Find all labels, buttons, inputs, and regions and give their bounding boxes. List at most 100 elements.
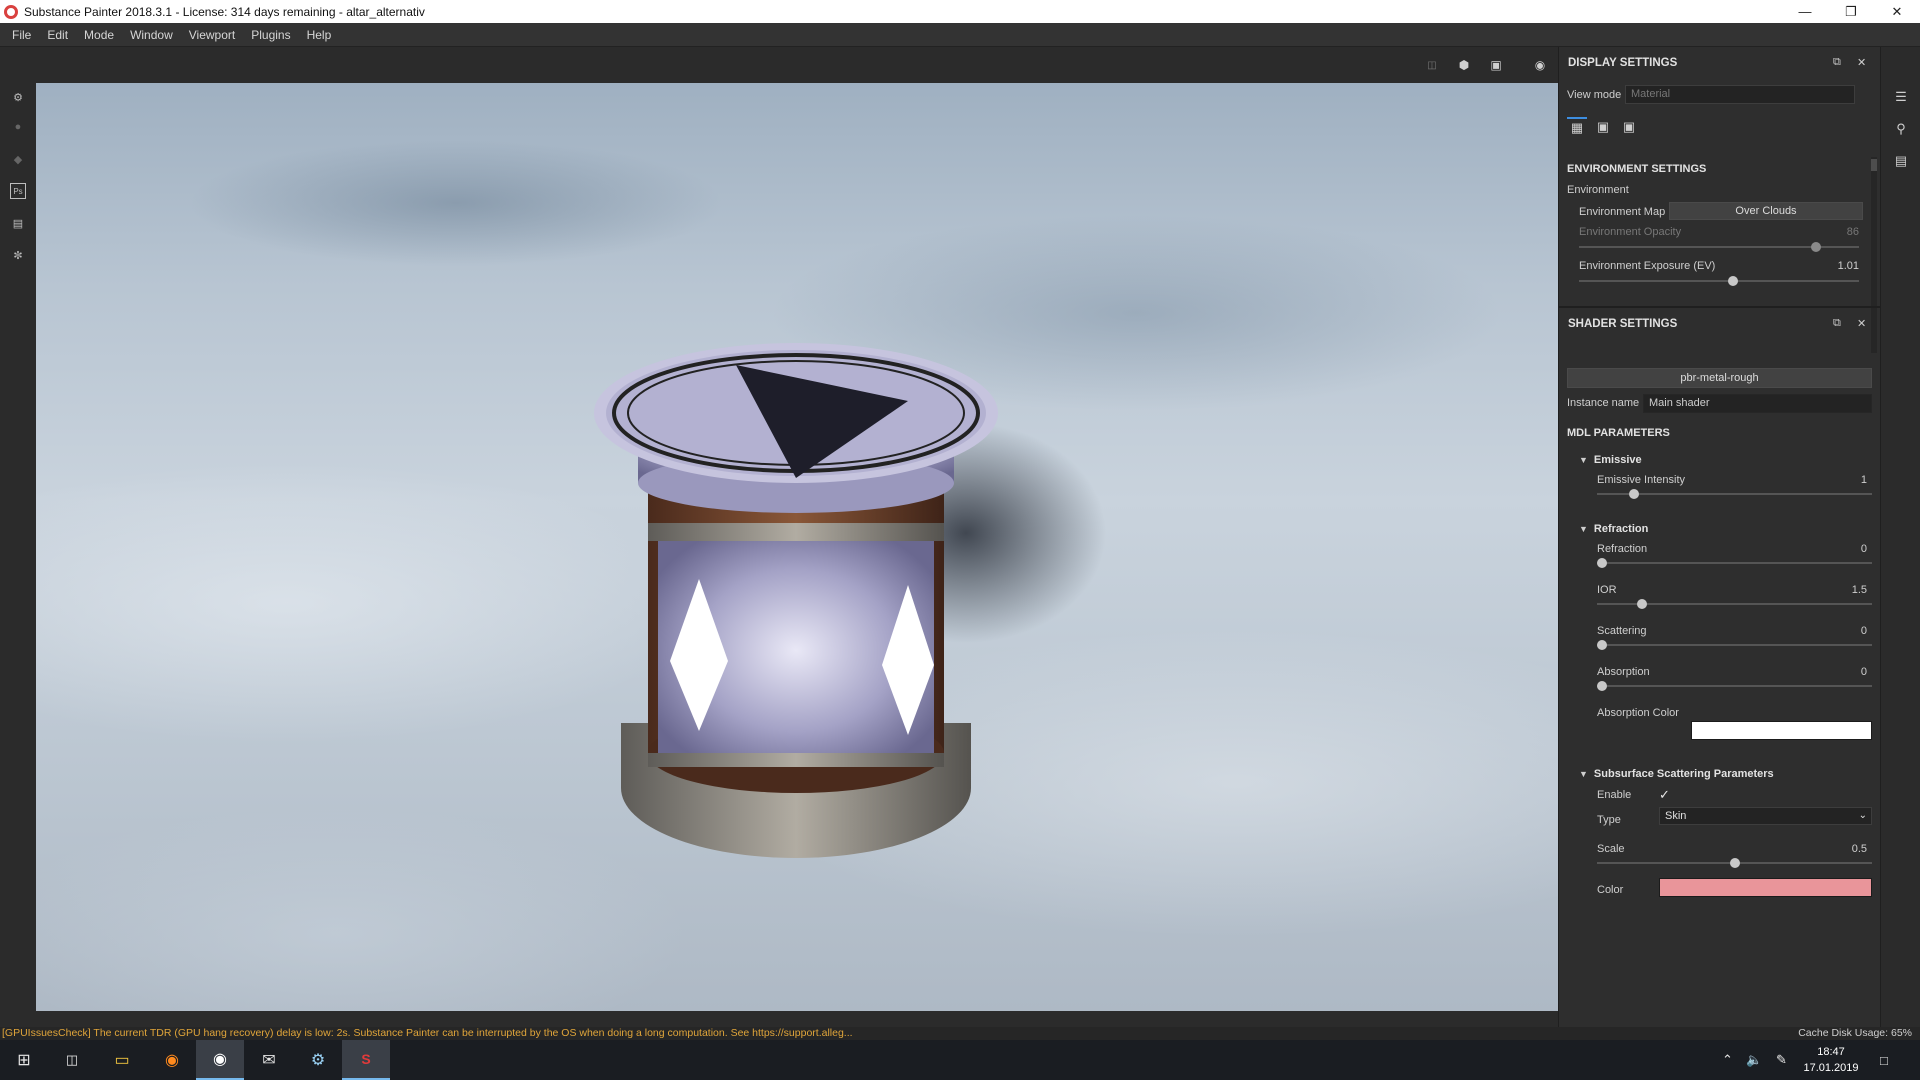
display-settings-title: DISPLAY SETTINGS — [1568, 57, 1678, 69]
bell-icon[interactable]: ● — [10, 119, 26, 135]
mdl-parameters-title: MDL PARAMETERS — [1567, 427, 1670, 439]
photoshop-export-icon[interactable]: Ps — [10, 183, 26, 199]
sss-scale-slider[interactable] — [1597, 858, 1872, 868]
settings-gear-icon[interactable]: ⚙ — [10, 89, 26, 105]
camera-icon[interactable]: ▣ — [1486, 55, 1506, 75]
scattering-slider[interactable] — [1597, 640, 1872, 650]
tray-chevron-up-icon[interactable]: ⌃ — [1722, 1040, 1733, 1080]
menu-window[interactable]: Window — [122, 28, 181, 42]
close-shader-panel-icon[interactable]: ✕ — [1857, 317, 1866, 330]
pen-icon[interactable]: ✎ — [1776, 1040, 1787, 1080]
environment-label: Environment — [1567, 184, 1629, 196]
split-view-icon[interactable]: ◫ — [1422, 55, 1442, 75]
steam-icon[interactable]: ⚙ — [294, 1040, 342, 1080]
close-panel-icon[interactable]: ✕ — [1857, 56, 1866, 69]
display-settings-panel: DISPLAY SETTINGS ⧉ ✕ View mode Material … — [1558, 47, 1881, 1027]
3d-viewport[interactable] — [36, 83, 1558, 1011]
paint-bucket-icon[interactable]: ◆ — [10, 151, 26, 167]
environment-opacity-label: Environment Opacity — [1579, 226, 1682, 238]
emissive-intensity-slider[interactable] — [1597, 489, 1872, 499]
task-view-icon[interactable]: ◫ — [48, 1040, 96, 1080]
chevron-down-icon: ⌄ — [1858, 810, 1867, 821]
screenshot-camera-icon[interactable]: ◉ — [1530, 55, 1550, 75]
float-panel-icon[interactable]: ⧉ — [1833, 56, 1841, 69]
sss-enable-checkbox[interactable]: ✓ — [1659, 787, 1670, 803]
sss-type-value: Skin — [1665, 810, 1687, 822]
environment-settings-title: ENVIRONMENT SETTINGS — [1567, 163, 1707, 175]
float-shader-panel-icon[interactable]: ⧉ — [1833, 317, 1841, 330]
chevron-down-icon: ▼ — [1579, 769, 1588, 779]
refraction-knob[interactable] — [1597, 558, 1607, 568]
environment-image-icon[interactable]: ▦ — [1567, 117, 1587, 137]
ior-value: 1.5 — [1851, 584, 1867, 596]
volume-icon[interactable]: 🔈 — [1746, 1040, 1762, 1080]
search-icon[interactable]: ⚲ — [1893, 121, 1909, 137]
refraction-slider[interactable] — [1597, 558, 1872, 568]
3d-view-cube-icon[interactable]: ⬢ — [1454, 55, 1474, 75]
status-bar: [GPUIssuesCheck] The current TDR (GPU ha… — [0, 1027, 1920, 1040]
export-document-icon[interactable]: ▤ — [10, 215, 26, 231]
close-icon[interactable]: ✕ — [1874, 0, 1920, 23]
file-explorer-icon[interactable]: ▭ — [98, 1040, 146, 1080]
absorption-value: 0 — [1860, 666, 1867, 678]
refraction-label: Refraction — [1597, 543, 1648, 555]
emissive-intensity-value: 1 — [1860, 474, 1867, 486]
menu-file[interactable]: File — [4, 28, 39, 42]
refraction-group[interactable]: ▼ Refraction — [1579, 523, 1648, 535]
right-icon-strip: ☰ ⚲ ▤ — [1880, 47, 1920, 1027]
minimize-icon[interactable]: — — [1782, 0, 1828, 23]
environment-opacity-knob[interactable] — [1811, 242, 1821, 252]
view-mode-dropdown[interactable]: Material — [1625, 85, 1855, 104]
environment-exposure-label: Environment Exposure (EV) — [1579, 260, 1716, 272]
instance-name-input[interactable]: Main shader — [1643, 394, 1872, 413]
menu-viewport[interactable]: Viewport — [181, 28, 243, 42]
ior-knob[interactable] — [1637, 599, 1647, 609]
clock-time: 18:47 — [1817, 1046, 1845, 1058]
environment-exposure-knob[interactable] — [1728, 276, 1738, 286]
emissive-intensity-knob[interactable] — [1629, 489, 1639, 499]
windows-start-icon[interactable]: ⊞ — [0, 1040, 48, 1080]
notifications-icon[interactable]: □ — [1880, 1040, 1888, 1080]
firefox-icon[interactable]: ◉ — [148, 1040, 196, 1080]
menu-mode[interactable]: Mode — [76, 28, 122, 42]
environment-map-button[interactable]: Over Clouds — [1669, 202, 1863, 220]
sss-scale-knob[interactable] — [1730, 858, 1740, 868]
left-toolbar: ⚙ ● ◆ Ps ▤ ✼ — [0, 47, 36, 1027]
layers-icon[interactable]: ☰ — [1893, 89, 1909, 105]
absorption-slider[interactable] — [1597, 681, 1872, 691]
title-bar: Substance Painter 2018.3.1 - License: 31… — [0, 0, 1920, 23]
sss-color-swatch[interactable] — [1659, 878, 1872, 897]
ior-slider[interactable] — [1597, 599, 1872, 609]
absorption-color-swatch[interactable] — [1691, 721, 1872, 740]
menu-edit[interactable]: Edit — [39, 28, 76, 42]
environment-exposure-slider[interactable] — [1579, 276, 1859, 286]
menu-plugins[interactable]: Plugins — [243, 28, 298, 42]
restore-icon[interactable]: ❐ — [1828, 0, 1874, 23]
properties-icon[interactable]: ▤ — [1893, 153, 1909, 169]
plugin-settings-icon[interactable]: ✼ — [10, 247, 26, 263]
sss-title: Subsurface Scattering Parameters — [1593, 768, 1774, 780]
environment-opacity-slider[interactable] — [1579, 242, 1859, 252]
emissive-group[interactable]: ▼ Emissive — [1579, 454, 1642, 466]
mail-icon[interactable]: ✉ — [245, 1040, 293, 1080]
scattering-knob[interactable] — [1597, 640, 1607, 650]
clock-date: 17.01.2019 — [1803, 1062, 1859, 1074]
frame-settings-icon[interactable]: ▣ — [1619, 117, 1639, 137]
substance-painter-taskbar-icon[interactable]: S — [342, 1040, 390, 1080]
discord-icon[interactable]: ◉ — [196, 1040, 244, 1080]
window-title: Substance Painter 2018.3.1 - License: 31… — [24, 4, 425, 19]
shader-select-button[interactable]: pbr-metal-rough — [1567, 368, 1872, 388]
sss-group[interactable]: ▼ Subsurface Scattering Parameters — [1579, 768, 1774, 780]
sss-scale-value: 0.5 — [1851, 843, 1867, 855]
sss-type-dropdown[interactable]: Skin ⌄ — [1659, 807, 1872, 825]
scattering-label: Scattering — [1597, 625, 1647, 637]
absorption-knob[interactable] — [1597, 681, 1607, 691]
menu-help[interactable]: Help — [299, 28, 340, 42]
taskbar-clock[interactable]: 18:47 17.01.2019 — [1796, 1044, 1866, 1076]
windows-taskbar: ⊞ ◫ ▭ ◉ ◉ ✉ ⚙ S ⌃ 🔈 ✎ 18:47 17.01.2019 □ — [0, 1040, 1920, 1080]
absorption-label: Absorption — [1597, 666, 1650, 678]
ior-label: IOR — [1597, 584, 1617, 596]
sss-type-label: Type — [1597, 814, 1621, 826]
gpu-warning-message: [GPUIssuesCheck] The current TDR (GPU ha… — [2, 1027, 853, 1039]
camera-settings-icon[interactable]: ▣ — [1593, 117, 1613, 137]
